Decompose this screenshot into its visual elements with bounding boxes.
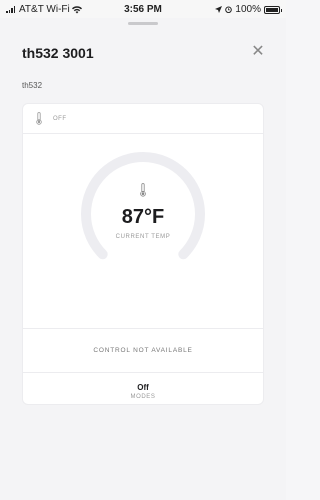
battery-percent: 100% bbox=[235, 4, 261, 15]
sheet-grabber[interactable] bbox=[128, 22, 158, 25]
temperature-dial: 87°F CURRENT TEMP bbox=[23, 134, 263, 324]
close-icon[interactable]: ✕ bbox=[250, 44, 266, 60]
thermostat-card: OFF 87°F CURRENT TEMP CONTROL NOT AVAILA… bbox=[22, 103, 264, 405]
alarm-icon bbox=[225, 6, 233, 13]
modes-button[interactable]: Off MODES bbox=[23, 374, 263, 406]
control-message: CONTROL NOT AVAILABLE bbox=[93, 347, 193, 354]
current-temp-value: 87°F bbox=[121, 206, 165, 228]
location-arrow-icon bbox=[215, 6, 223, 13]
device-title: th532 3001 bbox=[22, 45, 94, 61]
status-right: 100% bbox=[215, 4, 282, 15]
system-status: OFF bbox=[53, 115, 67, 122]
bottom-sheet: th532 3001 ✕ th532 OFF 87°F CURRENT TEMP bbox=[0, 18, 286, 500]
battery-icon bbox=[264, 5, 282, 14]
current-temp-label: CURRENT TEMP bbox=[115, 234, 171, 240]
control-status-row: CONTROL NOT AVAILABLE bbox=[23, 328, 263, 373]
status-bar: AT&T Wi-Fi 3:56 PM 100% bbox=[0, 0, 286, 18]
device-subtitle: th532 bbox=[22, 81, 43, 90]
card-header: OFF bbox=[23, 104, 263, 134]
thermometer-icon bbox=[140, 183, 146, 197]
mode-label: MODES bbox=[130, 394, 156, 400]
thermometer-icon bbox=[36, 112, 42, 125]
mode-value: Off bbox=[137, 383, 149, 392]
